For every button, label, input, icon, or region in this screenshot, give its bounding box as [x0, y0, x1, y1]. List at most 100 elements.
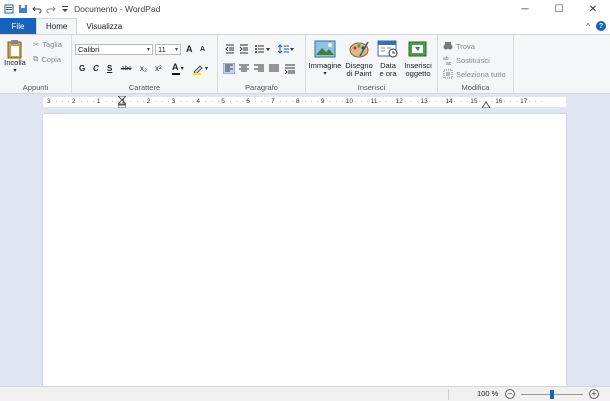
ruler-number: 2 — [146, 98, 151, 105]
ruler-dot: · — [185, 98, 189, 105]
bullet-list-icon[interactable] — [254, 44, 270, 54]
shrink-font-button[interactable]: A — [200, 46, 205, 53]
help-icon[interactable]: ? — [596, 21, 606, 31]
paragraph-settings-icon[interactable] — [285, 64, 295, 74]
font-size-select[interactable]: 11 ▾ — [155, 44, 181, 55]
undo-icon[interactable] — [32, 4, 42, 14]
ruler-dot: · — [316, 98, 319, 105]
ruler-dot: · — [509, 98, 512, 105]
highlighter-icon — [193, 65, 203, 75]
maximize-button[interactable]: ☐ — [542, 0, 576, 18]
ruler-dot: · — [490, 98, 494, 105]
wordpad-app-icon[interactable] — [4, 4, 14, 14]
copy-button[interactable]: ⧉ Copia — [33, 54, 61, 64]
ruler-number: 1 — [121, 98, 126, 105]
document-page[interactable] — [43, 114, 566, 386]
group-edit: Trova ab ac Sostituisci Seleziona tutto M… — [438, 35, 514, 94]
italic-button[interactable]: C — [93, 64, 99, 73]
ruler-dot: · — [111, 98, 114, 105]
ruler-dot: · — [61, 98, 64, 105]
ruler-dot: · — [466, 98, 469, 105]
tab-file[interactable]: File — [0, 18, 36, 34]
ruler-dot: · — [540, 98, 543, 105]
ruler-dot: · — [241, 98, 245, 105]
zoom-slider-thumb[interactable] — [550, 390, 554, 399]
group-label-edit: Modifica — [461, 83, 490, 92]
find-label: Trova — [456, 41, 475, 51]
ruler-dot: · — [117, 98, 120, 105]
subscript-button[interactable]: x₂ — [140, 64, 147, 73]
ruler-number: 7 — [271, 98, 275, 105]
customize-qat-icon[interactable] — [60, 4, 70, 14]
ruler-dot: · — [403, 98, 406, 105]
ruler-number: 10 — [345, 98, 354, 105]
replace-button[interactable]: ab ac Sostituisci — [443, 55, 490, 66]
line-spacing-icon[interactable] — [278, 44, 294, 54]
increase-indent-icon[interactable] — [239, 44, 249, 54]
insert-object-button[interactable]: Inserisci oggetto — [402, 40, 434, 78]
ribbon: Incolla ▾ ✂ Taglia ⧉ Copia Appunti Calib… — [0, 34, 610, 94]
ruler-dot: · — [478, 98, 481, 105]
ruler-number: 3 — [171, 98, 176, 105]
ruler-dot: · — [260, 98, 263, 105]
close-button[interactable]: ✕ — [576, 0, 610, 18]
group-paragraph: Paragrafo — [218, 35, 306, 94]
ruler-dot: · — [329, 98, 332, 105]
find-button[interactable]: Trova — [443, 41, 475, 51]
minimize-button[interactable]: ─ — [508, 0, 542, 18]
paste-button[interactable]: Incolla ▾ — [4, 39, 26, 75]
replace-label: Sostituisci — [456, 55, 490, 65]
ruler-number: 1 — [96, 98, 101, 105]
select-all-icon — [443, 69, 453, 79]
ruler-dot: · — [204, 98, 207, 105]
cut-button[interactable]: ✂ Taglia — [33, 40, 62, 49]
ruler-dot: · — [86, 98, 89, 105]
ruler-number: 5 — [221, 98, 225, 105]
ruler-number: 16 — [495, 98, 503, 105]
bold-button[interactable]: G — [79, 64, 85, 73]
redo-icon[interactable] — [46, 4, 56, 14]
status-bar: 100 % − + — [0, 386, 610, 401]
ruler-dot: · — [434, 98, 438, 105]
ruler-dot: · — [354, 98, 357, 105]
ruler-dot: · — [179, 98, 182, 105]
save-icon[interactable] — [18, 4, 28, 14]
paint-drawing-button[interactable]: Disegno di Paint — [344, 40, 374, 78]
highlight-color-button[interactable]: ▾ — [192, 63, 208, 77]
strikethrough-button[interactable]: abc — [121, 65, 131, 72]
ruler-dot: · — [266, 98, 270, 105]
tab-home[interactable]: Home — [36, 18, 78, 34]
collapse-ribbon-button[interactable]: ^ — [586, 22, 590, 31]
superscript-button[interactable]: x² — [155, 64, 162, 73]
svg-text:ac: ac — [446, 61, 452, 65]
ruler-number: 17 — [520, 98, 528, 105]
quick-access-toolbar — [0, 4, 70, 14]
date-time-button[interactable]: Data e ora — [376, 40, 400, 78]
insert-image-button[interactable]: Immagine ▾ — [308, 40, 342, 78]
select-all-button[interactable]: Seleziona tutto — [443, 69, 506, 79]
group-label-font: Carattere — [128, 83, 161, 92]
align-left-icon[interactable] — [223, 63, 235, 74]
grow-font-button[interactable]: A — [186, 44, 193, 54]
zoom-in-button[interactable]: + — [589, 389, 599, 399]
font-color-button[interactable]: A ▾ — [172, 62, 184, 75]
zoom-out-button[interactable]: − — [505, 389, 515, 399]
tab-view[interactable]: Visualizza — [77, 18, 131, 34]
ruler-number: 6 — [246, 98, 250, 105]
align-center-icon[interactable] — [239, 64, 249, 73]
align-right-icon[interactable] — [254, 64, 264, 73]
ruler[interactable]: 3 · · · 2 · · · 1 · · · 1 · · · 2 · · · 3 · · · 4 · · · 5 · · · 6 · · · 7 · · ·… — [43, 96, 566, 108]
paste-label: Incolla — [4, 58, 26, 67]
zoom-level-label: 100 % — [477, 389, 499, 398]
ruler-dot: · — [154, 98, 157, 105]
justify-icon[interactable] — [269, 64, 279, 73]
ruler-dot: · — [441, 98, 444, 105]
underline-button[interactable]: S — [107, 64, 112, 73]
ruler-dot: · — [285, 98, 288, 105]
decrease-indent-icon[interactable] — [225, 44, 235, 54]
ruler-dot: · — [229, 98, 232, 105]
ruler-dot: · — [453, 98, 456, 105]
ruler-dot: · — [217, 98, 220, 105]
font-family-select[interactable]: Calibri ▾ — [75, 44, 153, 55]
image-icon — [314, 40, 336, 58]
